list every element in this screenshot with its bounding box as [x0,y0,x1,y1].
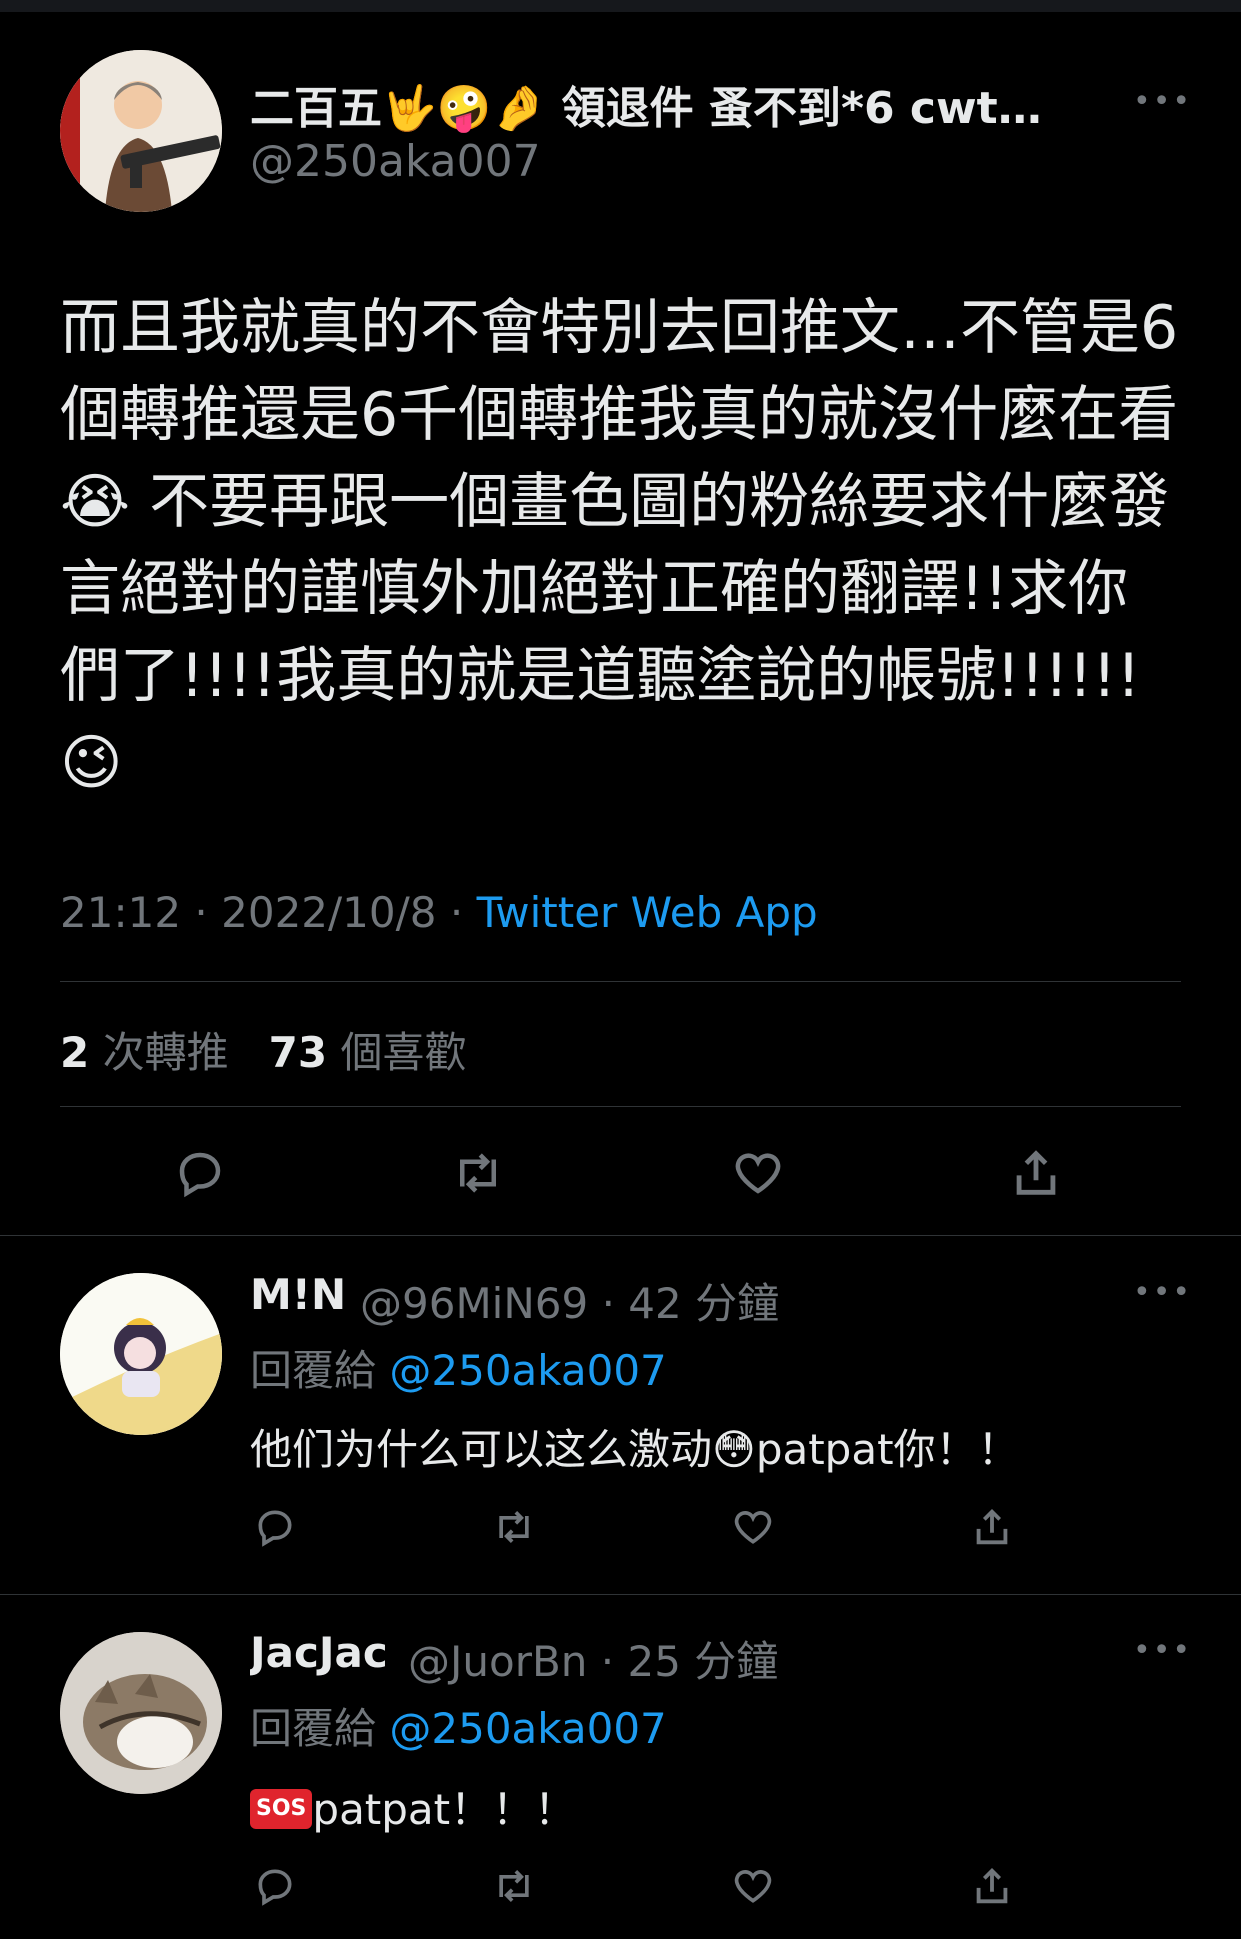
retweet-icon[interactable] [489,1502,539,1552]
retweet-icon[interactable] [443,1143,513,1203]
divider [60,981,1181,982]
tweet-stats: 2 次轉推 73 個喜歡 [60,1019,467,1080]
like-label[interactable]: 個喜歡 [340,1028,466,1077]
divider [0,1594,1241,1595]
sos-badge-icon: SOS [250,1788,313,1829]
like-icon[interactable] [728,1502,778,1552]
reply-mention-link[interactable]: @250aka007 [389,1346,666,1395]
reply-handle-time: @JuorBn · 25 分鐘 [408,1628,778,1689]
retweet-label[interactable]: 次轉推 [103,1028,229,1077]
share-icon[interactable] [1001,1143,1071,1203]
reply-text: SOS patpat！！！ [250,1776,576,1837]
avatar-illustration [60,1273,222,1435]
tweet-meta: 21:12 · 2022/10/8 · Twitter Web App [60,888,818,937]
reply-to-line: 回覆給 @250aka007 [250,1346,667,1395]
retweet-count[interactable]: 2 [60,1028,89,1077]
reply-icon[interactable] [250,1861,300,1911]
tweet-text: 而且我就真的不會特別去回推文…不管是6個轉推還是6千個轉推我真的就沒什麼在看😭 … [60,293,1179,798]
reply-text: 他们为什么可以这么激动😳patpat你！！ [250,1425,1020,1474]
like-icon[interactable] [728,1861,778,1911]
author-handle[interactable]: @250aka007 [250,136,541,187]
more-icon[interactable]: ••• [1133,84,1192,119]
author-display-name[interactable]: 二百五🤟🤪🤌 領退件 蚤不到*6 cwt… [250,72,1100,136]
reply-handle-time: @96MiN69 · 42 分鐘 [360,1270,779,1331]
flushed-emoji-icon: 😳 [712,1425,756,1474]
reply-avatar[interactable] [60,1273,222,1435]
avatar-illustration [60,1632,222,1794]
like-icon[interactable] [723,1143,793,1203]
share-icon[interactable] [967,1861,1017,1911]
reply-icon[interactable] [250,1502,300,1552]
reply-avatar[interactable] [60,1632,222,1794]
reply-time[interactable]: · 25 分鐘 [601,1637,779,1686]
tweet-date: 2022/10/8 [221,888,437,937]
tweet-source-link[interactable]: Twitter Web App [477,888,818,937]
reply-icon[interactable] [165,1143,235,1203]
reply-display-name[interactable]: M!N [250,1270,346,1319]
reply-to-line: 回覆給 @250aka007 [250,1704,667,1753]
more-icon[interactable]: ••• [1133,1275,1192,1310]
top-status-strip [0,0,1241,12]
like-count[interactable]: 73 [269,1028,327,1077]
reply-mention-link[interactable]: @250aka007 [389,1704,666,1753]
author-avatar[interactable] [60,50,222,212]
reply-display-name[interactable]: JacJac [250,1628,388,1677]
share-icon[interactable] [967,1502,1017,1552]
reply-handle[interactable]: @96MiN69 [360,1279,588,1328]
avatar-illustration [60,50,222,212]
divider [0,1235,1241,1236]
retweet-icon[interactable] [489,1861,539,1911]
reply-handle[interactable]: @JuorBn [408,1637,587,1686]
more-icon[interactable]: ••• [1133,1633,1192,1668]
tweet-time: 21:12 [60,888,182,937]
divider [60,1106,1181,1107]
reply-time[interactable]: · 42 分鐘 [602,1279,780,1328]
